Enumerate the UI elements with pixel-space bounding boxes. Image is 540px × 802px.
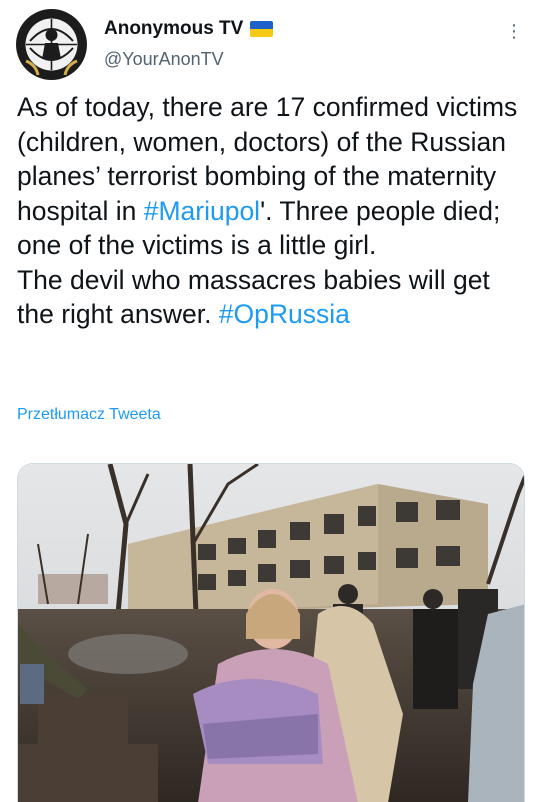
hashtag-mariupol[interactable]: #Mariupol <box>144 196 260 226</box>
author-handle[interactable]: @YourAnonTV <box>104 49 224 70</box>
ukraine-flag-icon <box>250 21 274 37</box>
more-options-icon[interactable]: ⋮ <box>505 20 523 42</box>
avatar[interactable] <box>16 9 87 80</box>
hashtag-oprussia[interactable]: #OpRussia <box>219 299 350 329</box>
author-row: Anonymous TV <box>104 18 274 40</box>
tweet-photo[interactable] <box>17 463 525 802</box>
tweet-text: As of today, there are 17 confirmed vict… <box>17 90 527 332</box>
display-name[interactable]: Anonymous TV <box>104 18 243 40</box>
translate-tweet-link[interactable]: Przetłumacz Tweeta <box>17 406 161 424</box>
anonymous-logo <box>17 10 86 79</box>
bombed-hospital-photo <box>18 464 524 802</box>
